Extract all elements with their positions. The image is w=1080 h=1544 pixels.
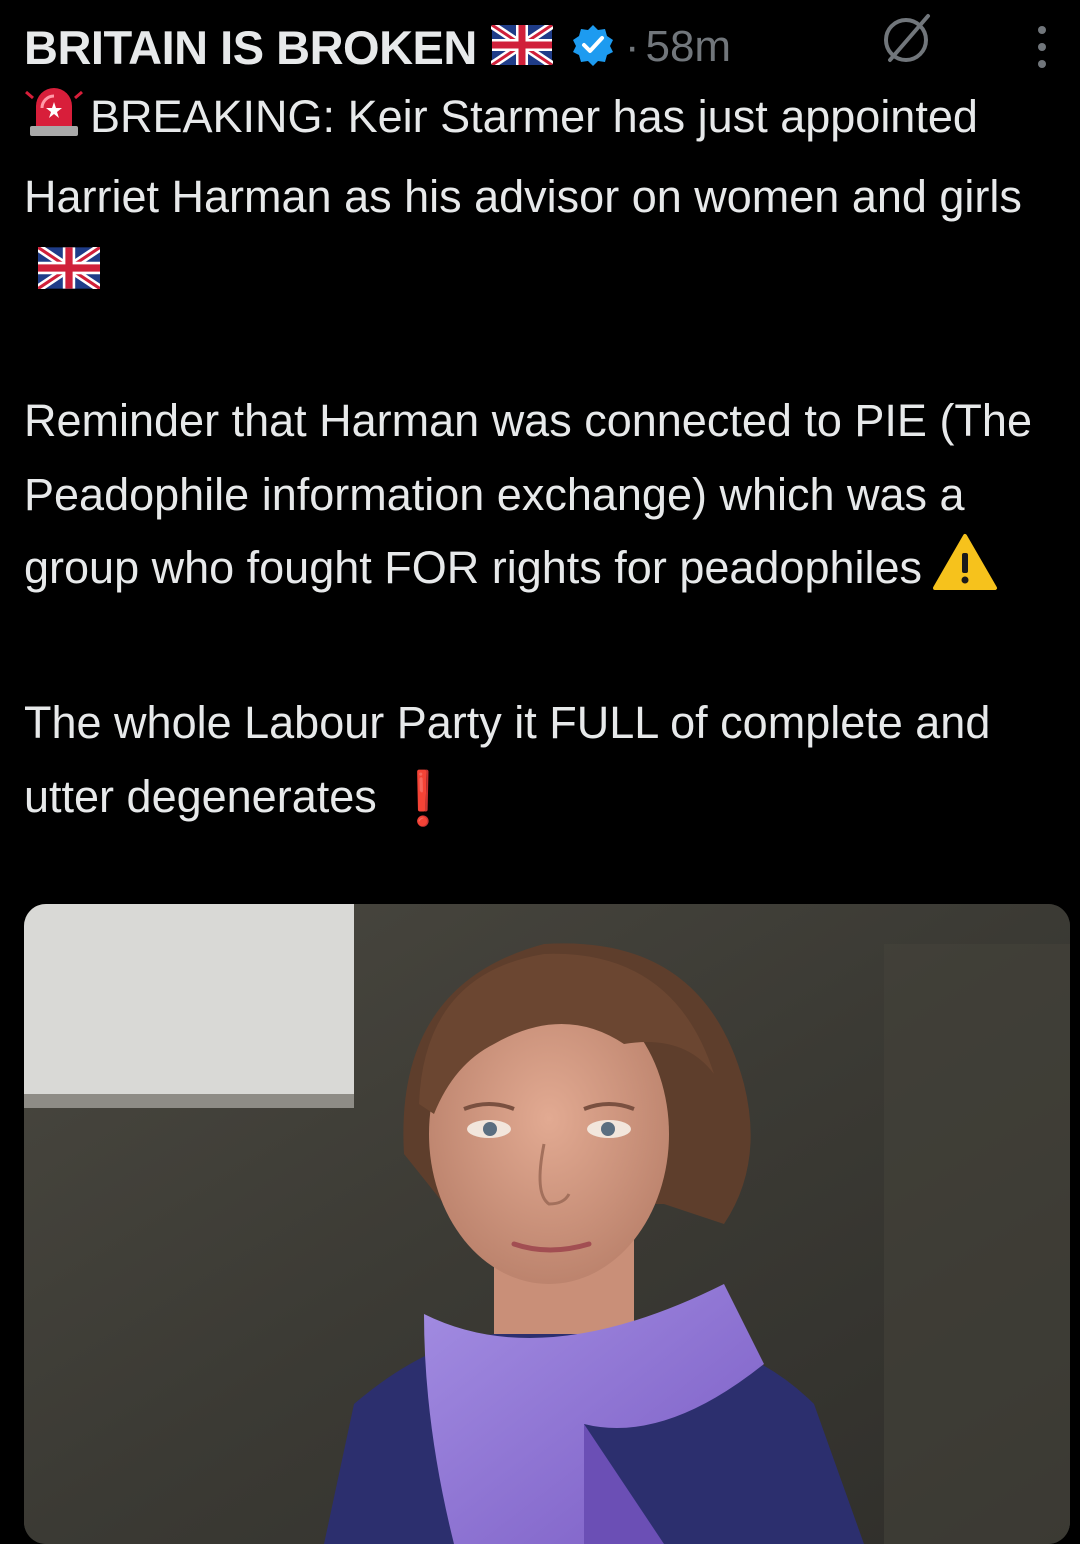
- verified-badge-icon: [571, 23, 615, 72]
- uk-flag-icon: [489, 21, 555, 70]
- siren-icon: [24, 82, 84, 160]
- paragraph-3-text: The whole Labour Party it FULL of comple…: [24, 697, 991, 822]
- warning-icon: [932, 533, 998, 613]
- more-options-icon[interactable]: [1030, 22, 1054, 77]
- paragraph-2-text: Reminder that Harman was connected to PI…: [24, 395, 1032, 593]
- uk-flag-icon: [35, 237, 103, 311]
- time-separator: ·: [624, 22, 640, 71]
- tweet-image[interactable]: [24, 904, 1070, 1544]
- tweet-paragraph-1: BREAKING: Keir Starmer has just appointe…: [24, 80, 1064, 311]
- author-name[interactable]: BRITAIN IS BROKEN: [24, 20, 477, 75]
- tweet-paragraph-2: Reminder that Harman was connected to PI…: [24, 384, 1064, 613]
- red-exclamation-icon: ❗: [390, 769, 456, 828]
- tweet-paragraph-3: The whole Labour Party it FULL of comple…: [24, 686, 1064, 836]
- grok-icon[interactable]: [876, 8, 936, 73]
- paragraph-1-text: BREAKING: Keir Starmer has just appointe…: [24, 91, 1022, 222]
- post-time[interactable]: 58m: [645, 22, 731, 72]
- tweet-text: BREAKING: Keir Starmer has just appointe…: [24, 80, 1064, 836]
